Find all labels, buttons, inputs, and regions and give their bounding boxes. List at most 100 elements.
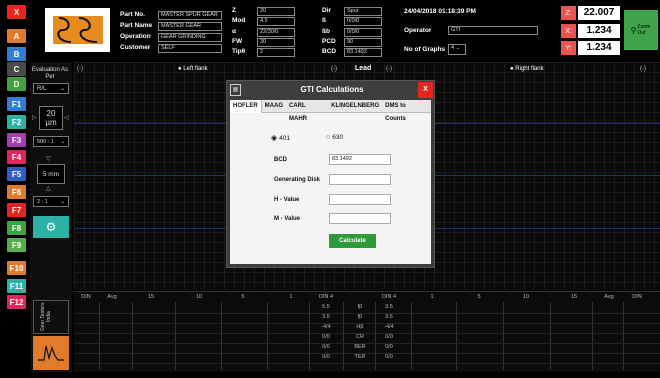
- decrease-scale-icon[interactable]: ▷: [32, 114, 37, 121]
- key-d-button[interactable]: D: [7, 77, 26, 91]
- left-flank-label: Left flank: [183, 66, 208, 72]
- key-f1-button[interactable]: F1: [7, 97, 26, 111]
- dir-label: Dir: [322, 7, 332, 14]
- settings-button[interactable]: ⚙: [33, 216, 69, 238]
- tab-maag[interactable]: MAAG: [262, 100, 286, 113]
- key-b-button[interactable]: B: [7, 47, 26, 61]
- key-f10-button[interactable]: F10: [7, 261, 26, 275]
- zoom-out-label: Zoom Out: [637, 24, 651, 36]
- key-f5-button[interactable]: F5: [7, 167, 26, 181]
- ratio-value-1: 500 : 1: [37, 138, 54, 145]
- chevron-down-icon: ⌄: [60, 198, 65, 205]
- key-f12-button[interactable]: F12: [7, 295, 26, 309]
- micron-scale-box: 20 µm: [39, 106, 63, 130]
- x-readout-label: X:: [561, 24, 576, 38]
- m-value-input[interactable]: [329, 213, 391, 224]
- key-f2-button[interactable]: F2: [7, 115, 26, 129]
- radio-630-label: 630: [332, 134, 344, 141]
- operation-label: Operation: [120, 33, 151, 40]
- generating-disk-input[interactable]: [329, 174, 391, 185]
- gear-logo: [45, 8, 110, 52]
- bcd-input[interactable]: 83.1492: [329, 154, 391, 165]
- key-f4-button[interactable]: F4: [7, 150, 26, 164]
- tip-field[interactable]: 2: [257, 48, 295, 57]
- z-field[interactable]: 20: [257, 7, 295, 16]
- tab-dms-to-counts[interactable]: DMS to Counts: [382, 100, 431, 122]
- right-flank-label: Right flank: [515, 66, 544, 72]
- part-no-field[interactable]: MASTER SPUR GEAR: [158, 11, 222, 20]
- table-header-cell: 5: [241, 294, 245, 300]
- radio-selected-icon: ◉: [271, 135, 278, 142]
- chevron-down-icon: ⌄: [60, 138, 65, 145]
- radio-empty-icon: ○: [326, 134, 331, 141]
- table-cell: 3.5: [322, 314, 330, 320]
- table-header-cell: 15: [147, 294, 155, 300]
- bcd-field[interactable]: 83.1492: [344, 48, 382, 57]
- table-row-divider: [74, 363, 660, 364]
- table-cell: Hβ: [356, 324, 364, 330]
- table-cell: 0/0: [385, 334, 393, 340]
- key-f9-button[interactable]: F9: [7, 238, 26, 252]
- key-x-button[interactable]: X: [7, 5, 26, 19]
- beta-field[interactable]: 0/0/0: [344, 17, 382, 26]
- radio-630[interactable]: ○ 630: [326, 134, 343, 141]
- z-readout-label: Z:: [561, 6, 576, 20]
- part-no-label: Part No.: [120, 11, 145, 18]
- key-f3-button[interactable]: F3: [7, 133, 26, 147]
- ratio-select-2[interactable]: 2 : 1 ⌄: [33, 196, 69, 207]
- zoom-out-button[interactable]: ⚲ Zoom Out: [624, 10, 658, 50]
- table-cell: 0/0: [385, 354, 393, 360]
- brand-text: Gear Testers India: [40, 302, 52, 332]
- right-minus-label: (-): [640, 66, 646, 72]
- alpha-field[interactable]: 22/30/0: [257, 28, 295, 37]
- graphs-select[interactable]: 4 ⌄: [448, 44, 466, 55]
- alpha-label: α: [232, 28, 236, 35]
- right-flank-radio[interactable]: ● Right flank: [510, 66, 544, 72]
- customer-label: Customer: [120, 44, 151, 51]
- triangle-up-icon[interactable]: △: [46, 185, 51, 192]
- operator-field[interactable]: GTI: [448, 26, 538, 35]
- key-f11-button[interactable]: F11: [7, 279, 26, 293]
- fw-field[interactable]: 30: [257, 38, 295, 47]
- table-header-cell: Avg: [107, 294, 117, 300]
- customer-field[interactable]: SELF: [158, 44, 222, 53]
- key-f7-button[interactable]: F7: [7, 203, 26, 217]
- z-readout: 22.007: [578, 6, 620, 20]
- key-f8-button[interactable]: F8: [7, 221, 26, 235]
- calculate-button[interactable]: Calculate: [329, 234, 376, 248]
- lead-label: Lead: [355, 65, 372, 72]
- operation-field[interactable]: GEAR GRINDING: [158, 33, 222, 42]
- evaluation-label: Evaluation As Per: [31, 67, 69, 80]
- tab-klingelnberg[interactable]: KLINGELNBERG: [328, 100, 382, 113]
- dialog-tabs: HOFLER MAAG CARL MAHR KLINGELNBERG DMS to Co…: [230, 99, 431, 122]
- tab-hofler[interactable]: HOFLER: [230, 99, 262, 113]
- table-header-cell: 5: [477, 294, 481, 300]
- table-cell: 0/0: [322, 354, 330, 360]
- lead-plus-label: (-): [386, 66, 392, 72]
- tab-carl-mahr[interactable]: CARL MAHR: [286, 100, 328, 122]
- increase-scale-icon[interactable]: ◁: [64, 114, 69, 121]
- triangle-down-icon[interactable]: ▽: [46, 155, 51, 162]
- beta-b-label: ßb: [322, 28, 330, 35]
- dir-field[interactable]: Spur: [344, 7, 382, 16]
- waveform-button[interactable]: [33, 336, 69, 370]
- key-a-button[interactable]: A: [7, 29, 26, 43]
- dialog-close-button[interactable]: X: [418, 82, 433, 98]
- beta-b-field[interactable]: 0/0/0: [344, 28, 382, 37]
- radio-401[interactable]: ◉ 401: [271, 134, 290, 143]
- table-header-cell: DIN 4: [318, 294, 334, 300]
- part-name-field[interactable]: MASTER GEAR: [158, 22, 222, 31]
- pcd-field[interactable]: 90: [344, 38, 382, 47]
- h-value-input[interactable]: [329, 194, 391, 205]
- evaluation-value: R/L: [37, 85, 47, 92]
- mod-field[interactable]: 4.5: [257, 17, 295, 26]
- key-f6-button[interactable]: F6: [7, 185, 26, 199]
- key-c-button[interactable]: C: [7, 62, 26, 76]
- left-flank-radio[interactable]: ● Left flank: [178, 66, 208, 72]
- table-cell: fβ: [357, 304, 363, 310]
- table-cell: fβ: [357, 314, 363, 320]
- micron-unit: µm: [45, 118, 57, 127]
- evaluation-select[interactable]: R/L ⌄: [33, 83, 69, 94]
- ratio-select-1[interactable]: 500 : 1 ⌄: [33, 136, 69, 147]
- part-name-label: Part Name: [120, 22, 153, 29]
